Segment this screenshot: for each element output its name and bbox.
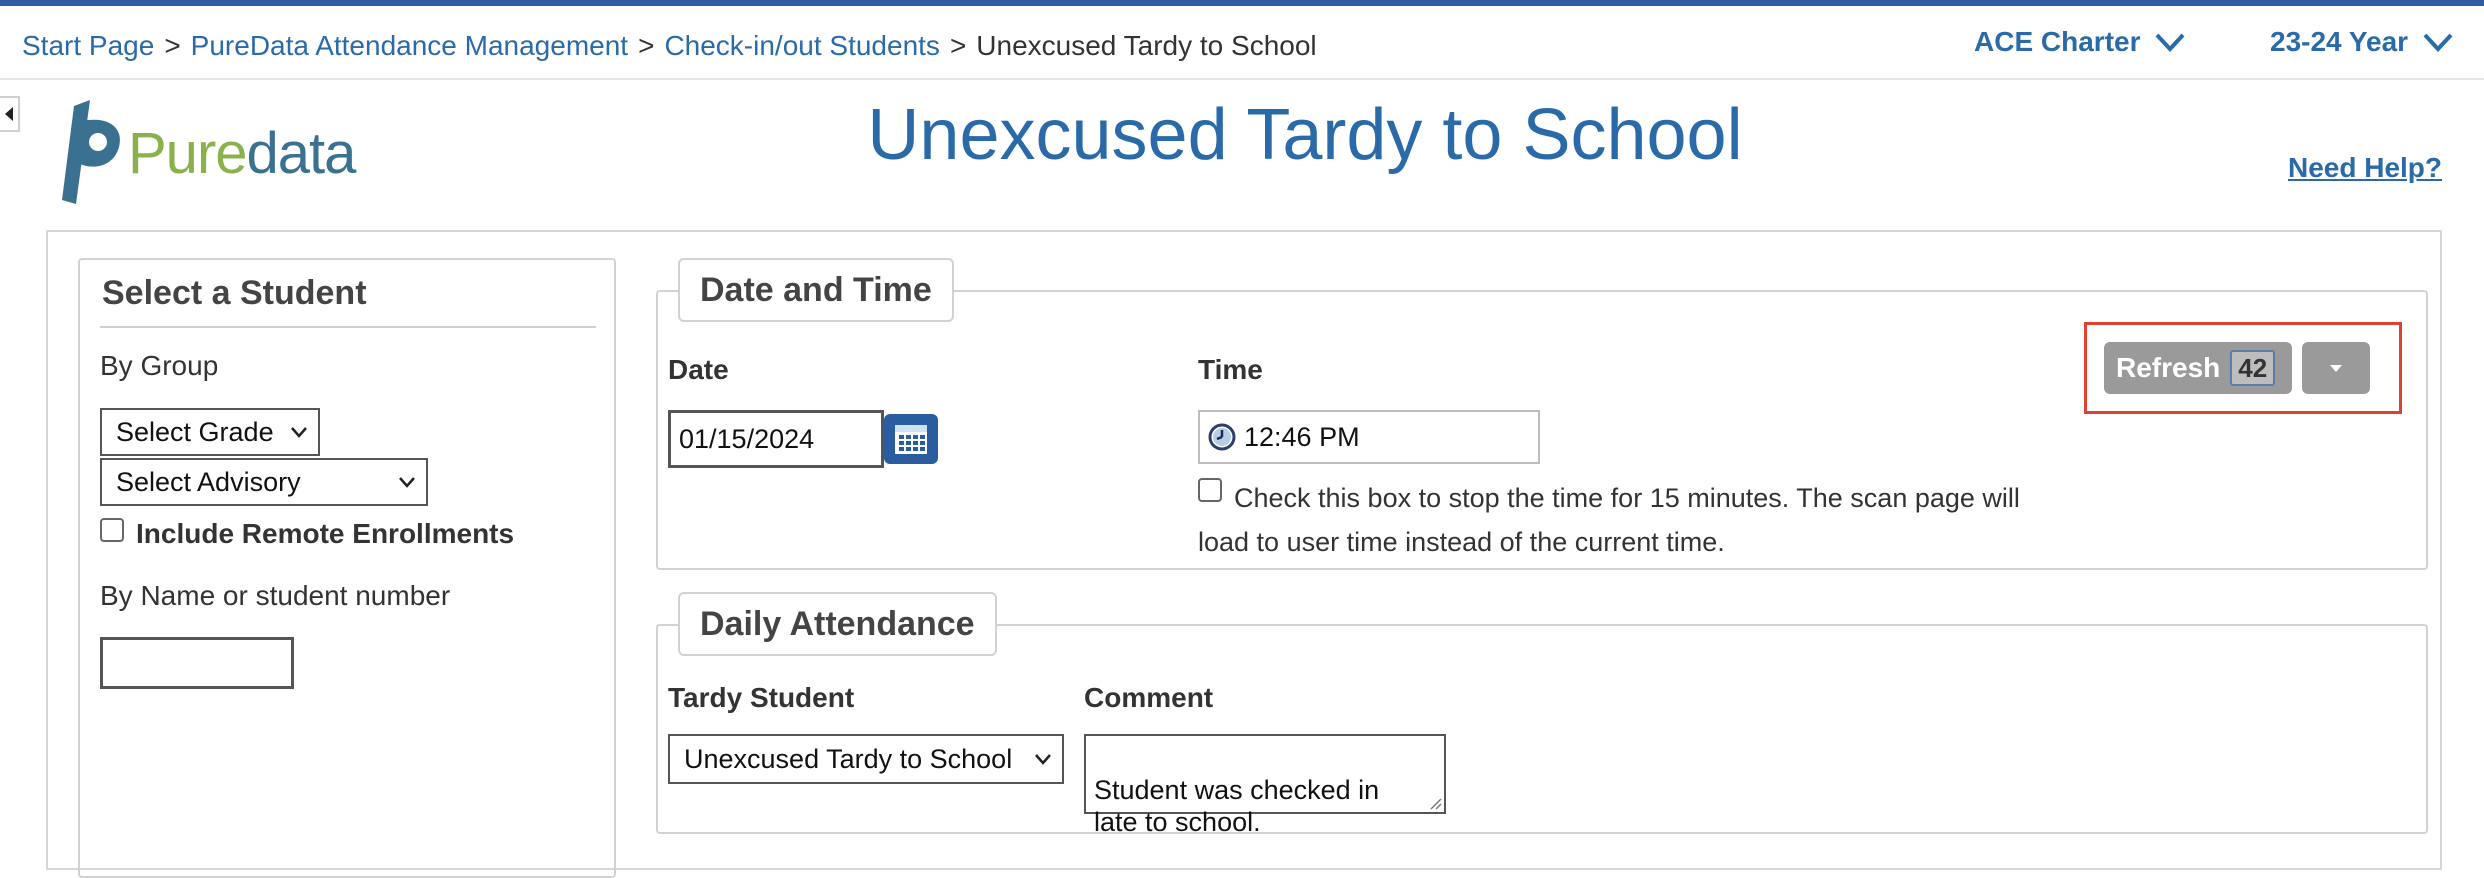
breadcrumb: Start Page > PureData Attendance Managemen… xyxy=(22,30,1317,62)
remote-enrollments-label: Include Remote Enrollments xyxy=(136,518,515,549)
caret-down-icon xyxy=(2330,365,2342,372)
comment-label: Comment xyxy=(1084,682,1214,713)
header-divider xyxy=(0,78,2484,80)
breadcrumb-current: Unexcused Tardy to School xyxy=(976,30,1317,61)
stop-time-description: Check this box to stop the time for 15 m… xyxy=(1198,483,2020,557)
calendar-icon xyxy=(895,425,927,454)
calendar-button[interactable] xyxy=(884,414,938,464)
year-selector-label: 23-24 Year xyxy=(2270,26,2409,57)
time-label: Time xyxy=(1198,354,1263,385)
panel-divider xyxy=(100,326,596,328)
breadcrumb-attendance-management[interactable]: PureData Attendance Management xyxy=(191,30,628,61)
select-student-title: Select a Student xyxy=(102,274,367,312)
breadcrumb-start-page[interactable]: Start Page xyxy=(22,30,154,61)
clock-icon xyxy=(1208,423,1236,451)
student-search-input[interactable] xyxy=(100,637,294,689)
refresh-button[interactable]: Refresh 42 xyxy=(2104,342,2292,394)
date-input[interactable]: 01/15/2024 xyxy=(668,410,884,468)
daily-attendance-legend: Daily Attendance xyxy=(678,592,997,656)
breadcrumb-separator: > xyxy=(949,30,967,61)
year-selector[interactable]: 23-24 Year xyxy=(2270,26,2454,58)
chevron-down-icon xyxy=(2156,33,2185,52)
advisory-select[interactable]: Select Advisory xyxy=(100,458,428,506)
tardy-type-select[interactable]: Unexcused Tardy to School xyxy=(668,734,1064,784)
breadcrumb-check-in-out[interactable]: Check-in/out Students xyxy=(664,30,940,61)
advisory-select-value: Select Advisory xyxy=(116,466,301,497)
chevron-down-icon xyxy=(291,427,307,438)
by-name-label: By Name or student number xyxy=(100,580,451,611)
time-input[interactable]: 12:46 PM xyxy=(1198,410,1540,464)
top-accent-bar xyxy=(0,0,2484,6)
grade-select-value: Select Grade xyxy=(116,416,274,447)
chevron-down-icon xyxy=(1035,754,1051,765)
refresh-dropdown-button[interactable] xyxy=(2302,342,2370,394)
grade-select[interactable]: Select Grade xyxy=(100,408,320,456)
refresh-label: Refresh xyxy=(2116,352,2221,383)
chevron-down-icon xyxy=(2423,33,2453,52)
school-selector-label: ACE Charter xyxy=(1974,26,2141,57)
resize-grip-icon[interactable] xyxy=(1428,796,1442,810)
time-value: 12:46 PM xyxy=(1244,421,1360,452)
refresh-countdown: 42 xyxy=(2230,350,2276,386)
comment-textarea[interactable]: Student was checked in late to school. xyxy=(1084,734,1446,837)
date-label: Date xyxy=(668,354,729,385)
need-help-link[interactable]: Need Help? xyxy=(2288,152,2442,184)
remote-enrollments-checkbox[interactable] xyxy=(100,518,124,542)
tardy-type-value: Unexcused Tardy to School xyxy=(684,743,1013,774)
tardy-student-label: Tardy Student xyxy=(668,682,855,713)
by-group-label: By Group xyxy=(100,350,219,381)
page-title: Unexcused Tardy to School xyxy=(867,95,1743,175)
breadcrumb-separator: > xyxy=(638,30,655,61)
school-selector[interactable]: ACE Charter xyxy=(1974,26,2186,58)
date-time-legend: Date and Time xyxy=(678,258,954,322)
chevron-down-icon xyxy=(399,477,415,488)
breadcrumb-separator: > xyxy=(164,30,181,61)
